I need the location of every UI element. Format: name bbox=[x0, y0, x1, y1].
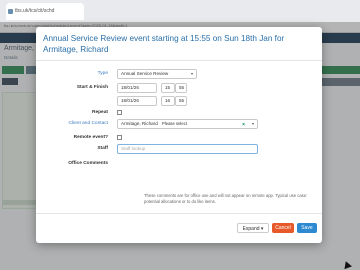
start-date-input[interactable]: 18/01/26 bbox=[117, 83, 157, 93]
browser-tab-strip: tbs.uk/tcs/cit/schd bbox=[0, 0, 360, 22]
start-finish-label: Start & Finish bbox=[76, 85, 108, 90]
office-comments-help: These comments are for office use and wi… bbox=[144, 193, 308, 204]
start-hour-input[interactable]: 15 bbox=[161, 83, 175, 93]
chevron-down-icon: ▾ bbox=[190, 71, 193, 76]
type-label: Type bbox=[97, 71, 108, 76]
end-minute-input[interactable]: 55 bbox=[175, 96, 187, 106]
type-value: Annual Service Review bbox=[121, 71, 169, 76]
type-select[interactable]: Annual Service Review ▾ bbox=[117, 69, 197, 79]
contact-tag: Please select bbox=[162, 121, 187, 126]
staff-placeholder: Staff lookup bbox=[121, 146, 146, 151]
remote-event-label: Remote event? bbox=[73, 135, 108, 140]
caret-down-icon: ▾ bbox=[260, 226, 264, 232]
expand-label: Expand bbox=[242, 226, 260, 232]
favicon-icon bbox=[8, 9, 13, 14]
start-minute-input[interactable]: 55 bbox=[175, 83, 187, 93]
staff-lookup-input[interactable]: Staff lookup bbox=[117, 144, 258, 154]
end-hour-input[interactable]: 16 bbox=[161, 96, 175, 106]
tab-title: tbs.uk/tcs/cit/schd bbox=[15, 8, 55, 14]
modal-title: Annual Service Review event starting at … bbox=[43, 34, 285, 54]
repeat-checkbox[interactable] bbox=[117, 110, 122, 115]
save-button[interactable]: Save bbox=[297, 223, 317, 233]
end-date-input[interactable]: 18/01/26 bbox=[117, 96, 157, 106]
repeat-label: Repeat bbox=[92, 110, 108, 115]
clear-icon[interactable]: × bbox=[242, 121, 245, 128]
office-comments-label: Office Comments bbox=[68, 161, 108, 166]
client-contact-select[interactable]: Armitage, Richard Please select × ▾ bbox=[117, 119, 258, 129]
modal-footer-divider bbox=[36, 213, 322, 214]
chevron-down-icon: ▾ bbox=[251, 121, 254, 126]
expand-button[interactable]: Expand ▾ bbox=[237, 223, 269, 233]
client-contact-label: Client and Contact bbox=[68, 121, 108, 126]
cancel-button[interactable]: Cancel bbox=[272, 223, 294, 233]
client-value: Armitage, Richard bbox=[121, 121, 158, 126]
remote-event-checkbox[interactable] bbox=[117, 135, 122, 140]
event-modal: Annual Service Review event starting at … bbox=[36, 27, 322, 243]
staff-label: Staff bbox=[97, 146, 108, 151]
modal-header-divider bbox=[36, 60, 322, 61]
browser-tab[interactable]: tbs.uk/tcs/cit/schd bbox=[6, 3, 84, 20]
